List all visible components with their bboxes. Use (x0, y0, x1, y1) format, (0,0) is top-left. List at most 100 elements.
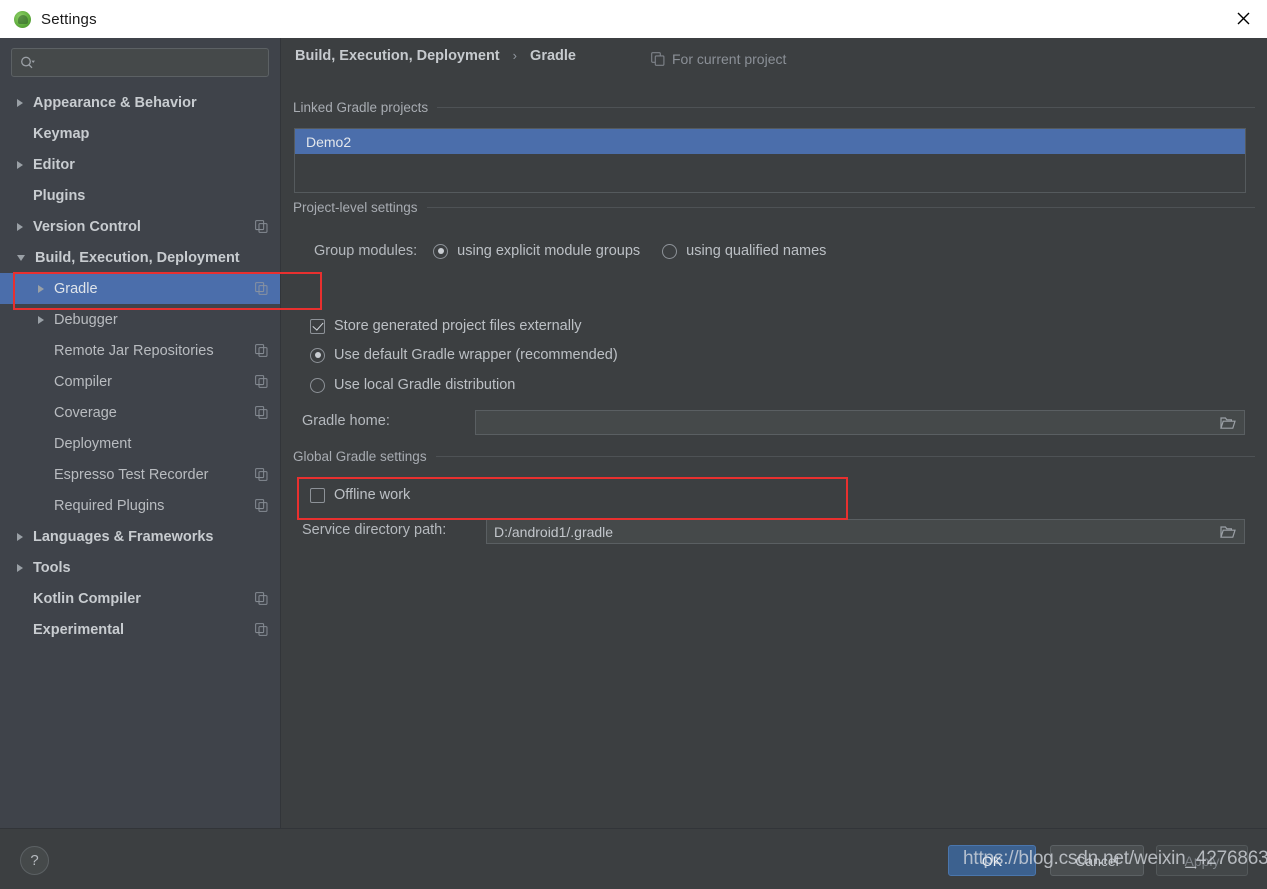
sidebar-item-label: Espresso Test Recorder (54, 467, 208, 483)
checkbox-offline-work[interactable]: Offline work (310, 487, 410, 503)
sidebar-item-coverage[interactable]: Coverage (0, 397, 280, 428)
cancel-button[interactable]: Cancel (1050, 845, 1144, 876)
chevron-right-icon[interactable] (17, 99, 23, 107)
sidebar-item-espresso-test-recorder[interactable]: Espresso Test Recorder (0, 459, 280, 490)
service-directory-input[interactable]: D:/android1/.gradle (486, 519, 1245, 544)
apply-button[interactable]: Apply (1156, 845, 1248, 876)
radio-indicator (310, 348, 325, 363)
breadcrumb: Build, Execution, Deployment › Gradle (295, 48, 576, 64)
cancel-button-label: Cancel (1075, 853, 1119, 869)
checkbox-store-externally[interactable]: Store generated project files externally (310, 318, 581, 334)
radio-local-distribution[interactable]: Use local Gradle distribution (310, 377, 515, 393)
breadcrumb-separator: › (513, 48, 517, 63)
search-box[interactable] (11, 48, 269, 77)
breadcrumb-parent[interactable]: Build, Execution, Deployment (295, 48, 500, 64)
ok-button[interactable]: OK (948, 845, 1036, 876)
sidebar-item-label: Experimental (33, 622, 124, 638)
sidebar-item-label: Appearance & Behavior (33, 95, 197, 111)
sidebar-item-debugger[interactable]: Debugger (0, 304, 280, 335)
sidebar-item-required-plugins[interactable]: Required Plugins (0, 490, 280, 521)
sidebar-item-tools[interactable]: Tools (0, 552, 280, 583)
search-input[interactable] (35, 55, 262, 71)
copy-icon (255, 499, 268, 512)
folder-icon (1220, 525, 1236, 539)
project-level-group-title: Project-level settings (293, 200, 1255, 215)
sidebar-item-appearance-behavior[interactable]: Appearance & Behavior (0, 87, 280, 118)
sidebar-item-compiler[interactable]: Compiler (0, 366, 280, 397)
chevron-right-icon[interactable] (17, 161, 23, 169)
sidebar-item-label: Gradle (54, 281, 98, 297)
sidebar-item-kotlin-compiler[interactable]: Kotlin Compiler (0, 583, 280, 614)
chevron-down-icon[interactable] (17, 255, 25, 261)
radio-label: Use default Gradle wrapper (recommended) (334, 347, 618, 363)
service-directory-value: D:/android1/.gradle (494, 524, 613, 540)
chevron-right-icon[interactable] (38, 285, 44, 293)
radio-explicit-module-groups[interactable]: using explicit module groups (433, 243, 640, 259)
sidebar-item-label: Deployment (54, 436, 131, 452)
gradle-home-input[interactable] (475, 410, 1245, 435)
search-icon (20, 56, 35, 70)
sidebar-item-label: Debugger (54, 312, 118, 328)
sidebar-item-experimental[interactable]: Experimental (0, 614, 280, 645)
help-button[interactable]: ? (20, 846, 49, 875)
sidebar-item-languages-frameworks[interactable]: Languages & Frameworks (0, 521, 280, 552)
copy-icon (255, 623, 268, 636)
radio-indicator (433, 244, 448, 259)
for-current-project: For current project (651, 51, 786, 67)
gradle-home-browse-button[interactable] (1217, 412, 1239, 434)
list-item[interactable]: Demo2 (295, 129, 1245, 154)
ok-button-label: OK (982, 853, 1002, 869)
close-icon (1237, 12, 1250, 25)
folder-icon (1220, 416, 1236, 430)
copy-icon (651, 52, 665, 66)
settings-window: Settings Appearance & Behavior KeymapEdit… (0, 0, 1267, 888)
service-directory-row: Service directory path: (302, 522, 446, 538)
radio-label: using explicit module groups (457, 243, 640, 259)
copy-icon (255, 592, 268, 605)
checkbox-label: Offline work (334, 487, 410, 503)
sidebar-item-label: Coverage (54, 405, 117, 421)
title-bar: Settings (0, 0, 1267, 39)
sidebar-item-version-control[interactable]: Version Control (0, 211, 280, 242)
copy-icon (255, 468, 268, 481)
search-container (0, 38, 280, 77)
linked-projects-label: Linked Gradle projects (293, 100, 428, 115)
chevron-right-icon[interactable] (38, 316, 44, 324)
chevron-right-icon[interactable] (17, 533, 23, 541)
sidebar-item-gradle[interactable]: Gradle (0, 273, 280, 304)
service-directory-browse-button[interactable] (1217, 521, 1239, 543)
sidebar-item-label: Tools (33, 560, 71, 576)
sidebar-item-plugins[interactable]: Plugins (0, 180, 280, 211)
group-divider (427, 207, 1255, 208)
sidebar-item-deployment[interactable]: Deployment (0, 428, 280, 459)
sidebar-item-build-execution-deployment[interactable]: Build, Execution, Deployment (0, 242, 280, 273)
android-studio-icon (14, 11, 31, 28)
help-icon: ? (30, 852, 38, 869)
settings-tree: Appearance & Behavior KeymapEditorPlugins… (0, 87, 280, 645)
settings-main-pane: Build, Execution, Deployment › Gradle Fo… (281, 38, 1267, 828)
sidebar-item-label: Build, Execution, Deployment (35, 250, 240, 266)
window-title: Settings (41, 11, 97, 28)
radio-indicator (310, 378, 325, 393)
group-divider (436, 456, 1255, 457)
sidebar-item-editor[interactable]: Editor (0, 149, 280, 180)
breadcrumb-current: Gradle (530, 48, 576, 64)
copy-icon (255, 406, 268, 419)
linked-projects-list[interactable]: Demo2 (294, 128, 1246, 193)
radio-qualified-names[interactable]: using qualified names (662, 243, 826, 259)
copy-icon (255, 282, 268, 295)
radio-default-wrapper[interactable]: Use default Gradle wrapper (recommended) (310, 347, 618, 363)
group-modules-row: Group modules: using explicit module gro… (314, 243, 826, 259)
chevron-right-icon[interactable] (17, 223, 23, 231)
sidebar-item-keymap[interactable]: Keymap (0, 118, 280, 149)
for-current-project-label: For current project (672, 51, 786, 67)
chevron-right-icon[interactable] (17, 564, 23, 572)
apply-button-label: Apply (1184, 853, 1219, 869)
sidebar-item-remote-jar-repositories[interactable]: Remote Jar Repositories (0, 335, 280, 366)
service-directory-label: Service directory path: (302, 522, 446, 538)
sidebar-item-label: Compiler (54, 374, 112, 390)
sidebar-item-label: Version Control (33, 219, 141, 235)
dialog-button-bar: ? OK Cancel Apply (0, 828, 1267, 889)
close-button[interactable] (1219, 0, 1267, 37)
gradle-home-row: Gradle home: (302, 413, 390, 429)
